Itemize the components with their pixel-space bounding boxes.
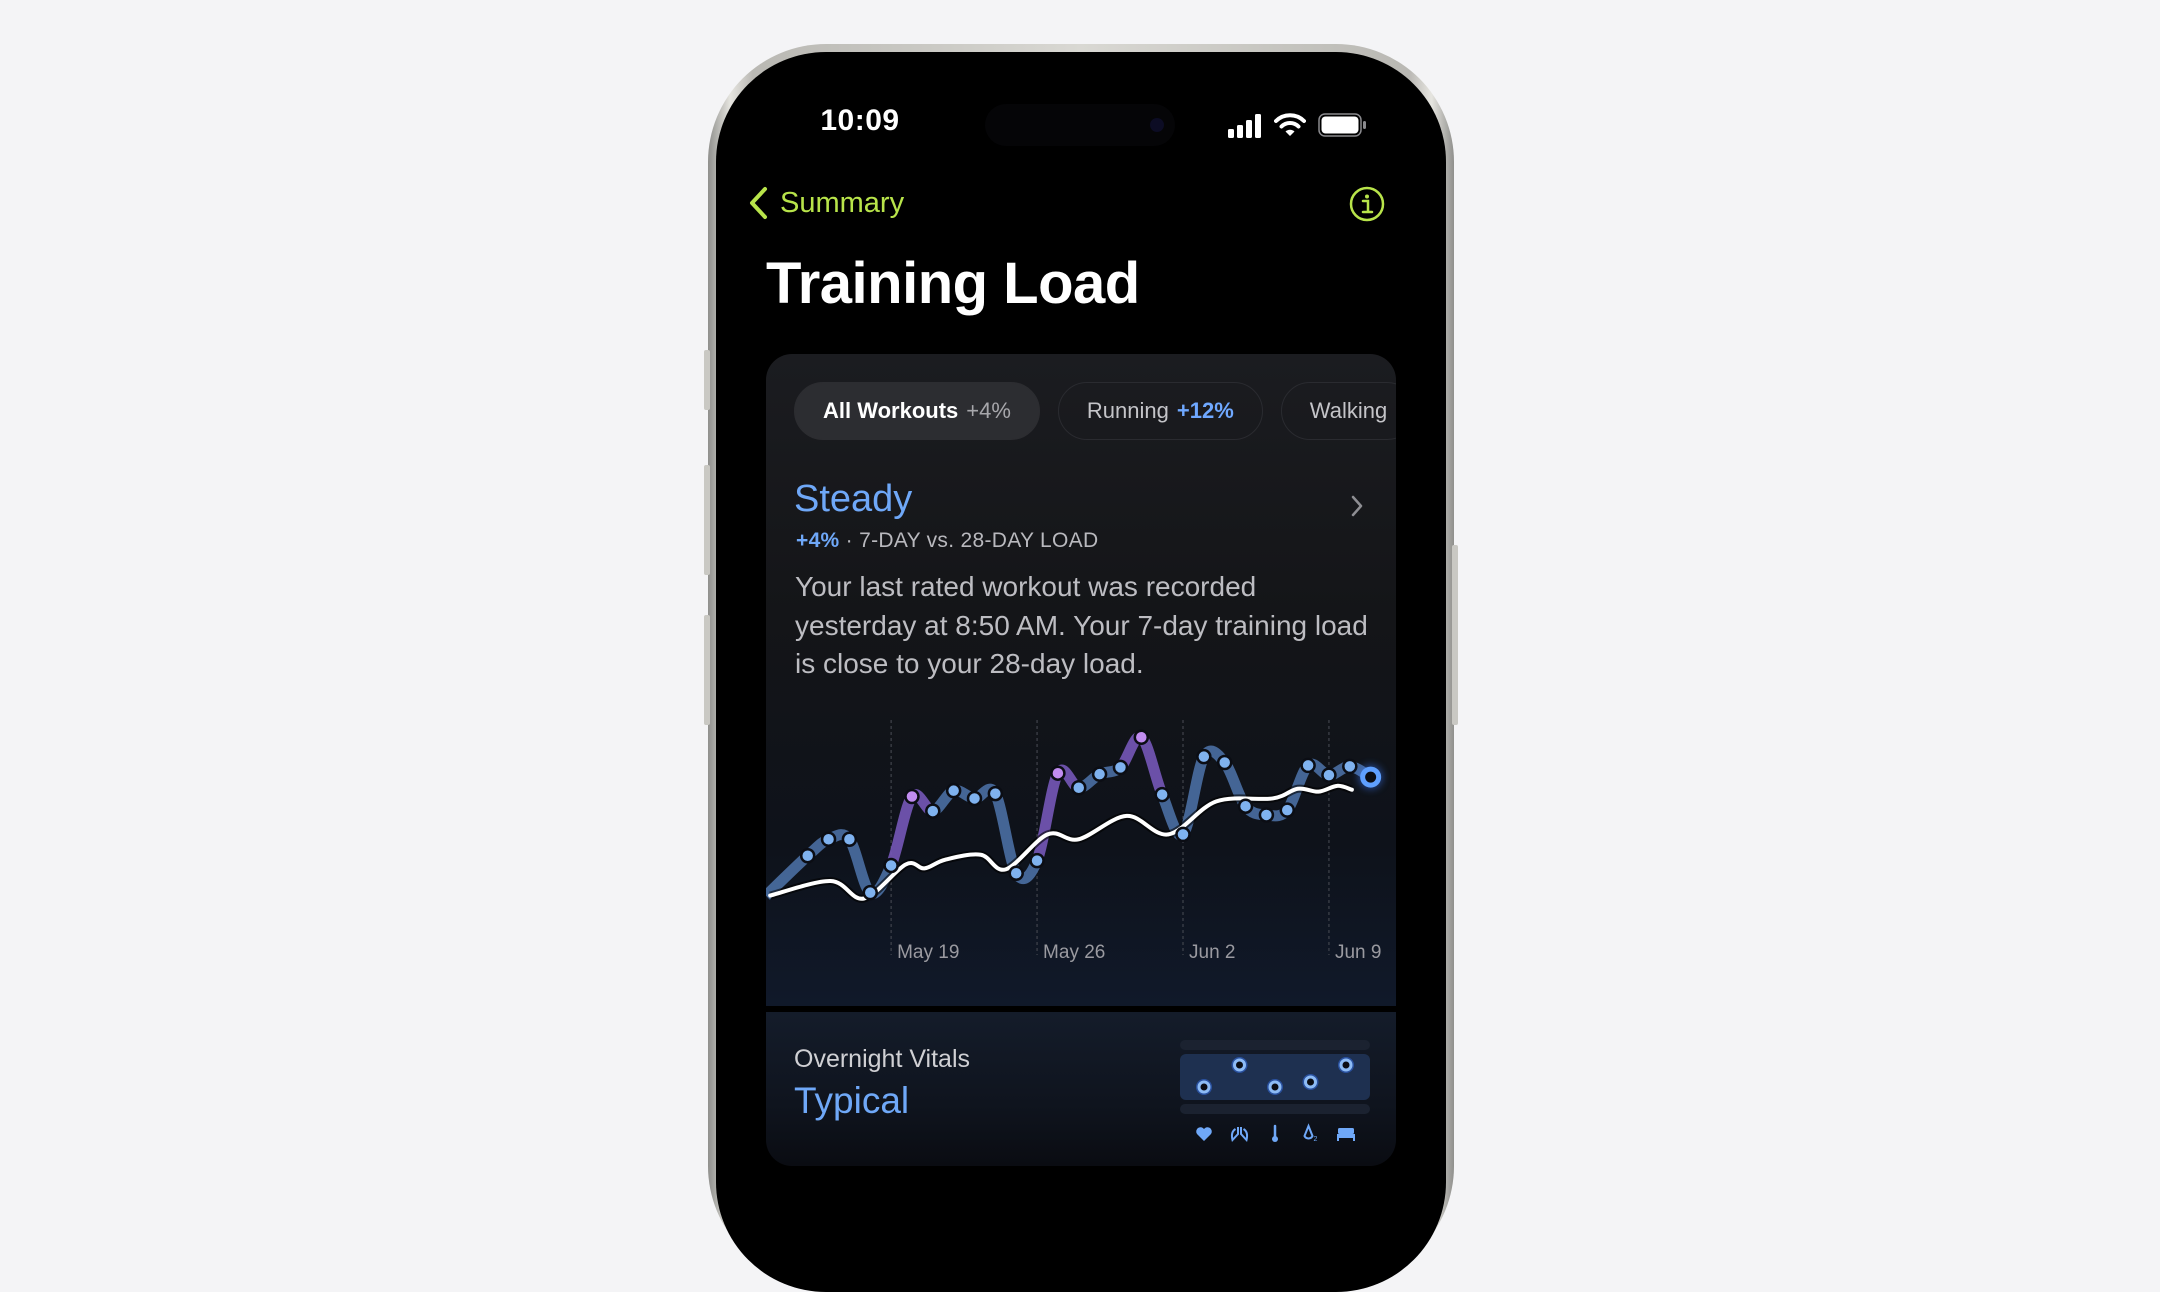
blood-oxygen-point [1304,1075,1317,1089]
data-point [1050,765,1066,781]
data-point [1091,766,1108,782]
tab-walking[interactable]: Walking [1280,382,1396,440]
data-point [1175,826,1191,843]
load-pct: +4% [796,529,840,552]
side-button [1452,545,1458,725]
respiratory-rate-point [1233,1058,1246,1072]
x-tick-label: May 19 [897,942,959,963]
tab-all-workouts[interactable]: All Workouts +4% [794,382,1040,440]
cellular-signal-icon [1228,114,1261,138]
bed-leg [1337,1138,1339,1141]
data-point [1216,754,1233,771]
data-point [1237,798,1254,814]
page-title: Training Load [766,251,1140,316]
data-point [966,790,983,807]
load-comparison: +4% · 7-DAY vs. 28-DAY LOAD [796,529,1098,553]
training-load-chart[interactable]: May 19 May 26 Jun 2 Jun 9 [766,720,1396,970]
data-point [987,785,1004,802]
daily-load-segment [885,793,917,868]
training-load-card: All Workouts +4% Running +12% Walking St… [766,354,1396,1006]
daily-load-segment [1031,770,1063,863]
x-tick-label: Jun 9 [1335,942,1381,963]
bed-leg [1353,1138,1355,1141]
data-point [1112,759,1129,776]
dynamic-island [985,104,1175,146]
tab-label: Running [1086,398,1169,423]
battery-icon [1318,113,1366,137]
vitals-title: Overnight Vitals [794,1045,971,1073]
data-point [945,782,962,799]
thermometer-icon [1272,1124,1278,1142]
heart-rate-point [1197,1080,1211,1094]
chevron-right-icon[interactable] [1350,494,1364,518]
chevron-left-icon [750,187,767,219]
o2-drop-icon: 2 [1303,1123,1318,1143]
o2-subscript: 2 [1314,1136,1318,1143]
wifi-icon [1274,113,1306,136]
volume-up-button [704,465,710,575]
thermo-bulb [1272,1136,1278,1142]
data-point [1279,802,1295,818]
data-point [1196,748,1212,765]
data-point [862,884,878,901]
action-button [704,350,710,410]
tab-label: Walking [1309,398,1388,423]
workout-filter-tabs: All Workouts +4% Running +12% Walking [794,382,1396,440]
overnight-vitals-card[interactable]: Overnight Vitals Typical 2 [766,1012,1396,1166]
data-point [1342,758,1358,775]
data-point [1008,865,1024,881]
bed-base [1337,1134,1355,1138]
info-circle-icon[interactable] [1349,186,1385,222]
heart-icon [1196,1127,1212,1141]
vitals-chart: 2 [1180,1040,1370,1143]
data-point [1321,767,1337,783]
wrist-temperature-point [1268,1080,1282,1094]
vitals-band-lower [1180,1104,1370,1114]
lungs-shape [1230,1127,1249,1143]
tab-running[interactable]: Running +12% [1057,382,1263,440]
data-point [1300,757,1316,774]
avg-line-shadow [769,781,1354,903]
data-point [883,857,899,874]
sleep-duration-point [1339,1058,1353,1072]
x-tick-label: Jun 2 [1189,942,1235,963]
tab-pct: +4% [966,398,1011,423]
tab-label: All Workouts [823,398,959,423]
data-point [1071,780,1087,796]
data-point [841,831,858,847]
back-button[interactable]: Summary [748,186,904,220]
daily-load-segment [1137,732,1168,797]
comparison-label: · 7-DAY vs. 28-DAY LOAD [845,529,1099,552]
bed-headboard [1338,1128,1354,1134]
data-point [1258,807,1275,823]
load-description: Your last rated workout was recorded yes… [795,571,1368,679]
daily-load-segment [844,835,875,898]
data-point [1029,852,1045,869]
data-point [1154,786,1170,803]
data-point [1133,729,1150,746]
latest-data-point [1360,766,1382,788]
status-time: 10:09 [820,104,900,137]
vitals-band-upper [1180,1040,1370,1050]
bed-icon [1337,1128,1355,1141]
vitals-status: Typical [794,1080,910,1121]
drop-shape [1303,1123,1314,1140]
tab-pct: +12% [1176,398,1234,423]
lungs-icon [1230,1127,1249,1143]
data-point [820,831,837,847]
x-tick-label: May 26 [1043,942,1105,963]
camera [1150,118,1164,132]
data-point [904,788,920,805]
heart-shape [1196,1127,1212,1141]
volume-down-button [704,615,710,725]
load-status[interactable]: Steady [794,478,912,521]
back-label: Summary [780,186,905,219]
data-point [925,803,941,819]
data-point [799,848,816,864]
